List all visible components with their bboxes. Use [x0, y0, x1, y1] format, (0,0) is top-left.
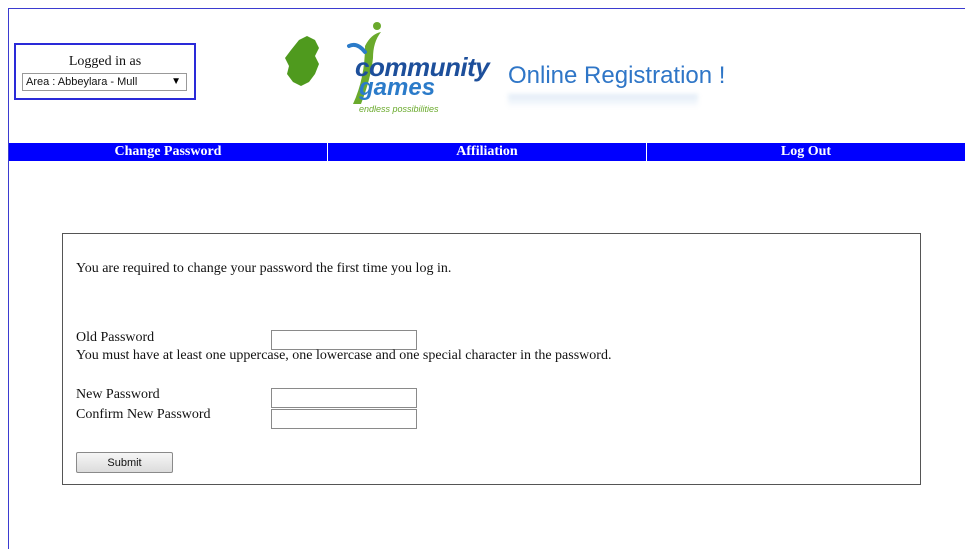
title-reflection	[508, 94, 698, 108]
password-rule-text: You must have at least one uppercase, on…	[76, 348, 612, 363]
dropdown-arrow-icon: ▼	[171, 76, 181, 87]
old-password-field[interactable]	[271, 330, 417, 350]
logged-in-box: Logged in as Area : Abbeylara - Mull ▼	[14, 43, 196, 100]
area-select[interactable]: Area : Abbeylara - Mull ▼	[22, 73, 187, 91]
submit-button[interactable]: Submit	[76, 452, 173, 473]
new-password-label: New Password	[76, 387, 160, 402]
old-password-label: Old Password	[76, 330, 155, 345]
nav-log-out[interactable]: Log Out	[647, 143, 965, 161]
intro-text: You are required to change your password…	[76, 261, 452, 276]
nav-affiliation[interactable]: Affiliation	[328, 143, 647, 161]
nav-change-password[interactable]: Change Password	[9, 143, 328, 161]
logged-in-label: Logged in as	[68, 54, 142, 69]
logo-games-text: games	[359, 74, 436, 101]
nav-bar: Change Password Affiliation Log Out	[9, 143, 965, 161]
confirm-password-field[interactable]	[271, 409, 417, 429]
logo-tagline: endless possibilities	[359, 104, 439, 114]
ireland-map-icon	[285, 36, 319, 86]
confirm-password-label: Confirm New Password	[76, 407, 211, 422]
page-title: Online Registration !	[508, 62, 726, 89]
change-password-panel: You are required to change your password…	[62, 233, 921, 485]
header-banner: community games endless possibilities On…	[215, 18, 725, 128]
area-select-value: Area : Abbeylara - Mull	[26, 76, 138, 88]
new-password-field[interactable]	[271, 388, 417, 408]
